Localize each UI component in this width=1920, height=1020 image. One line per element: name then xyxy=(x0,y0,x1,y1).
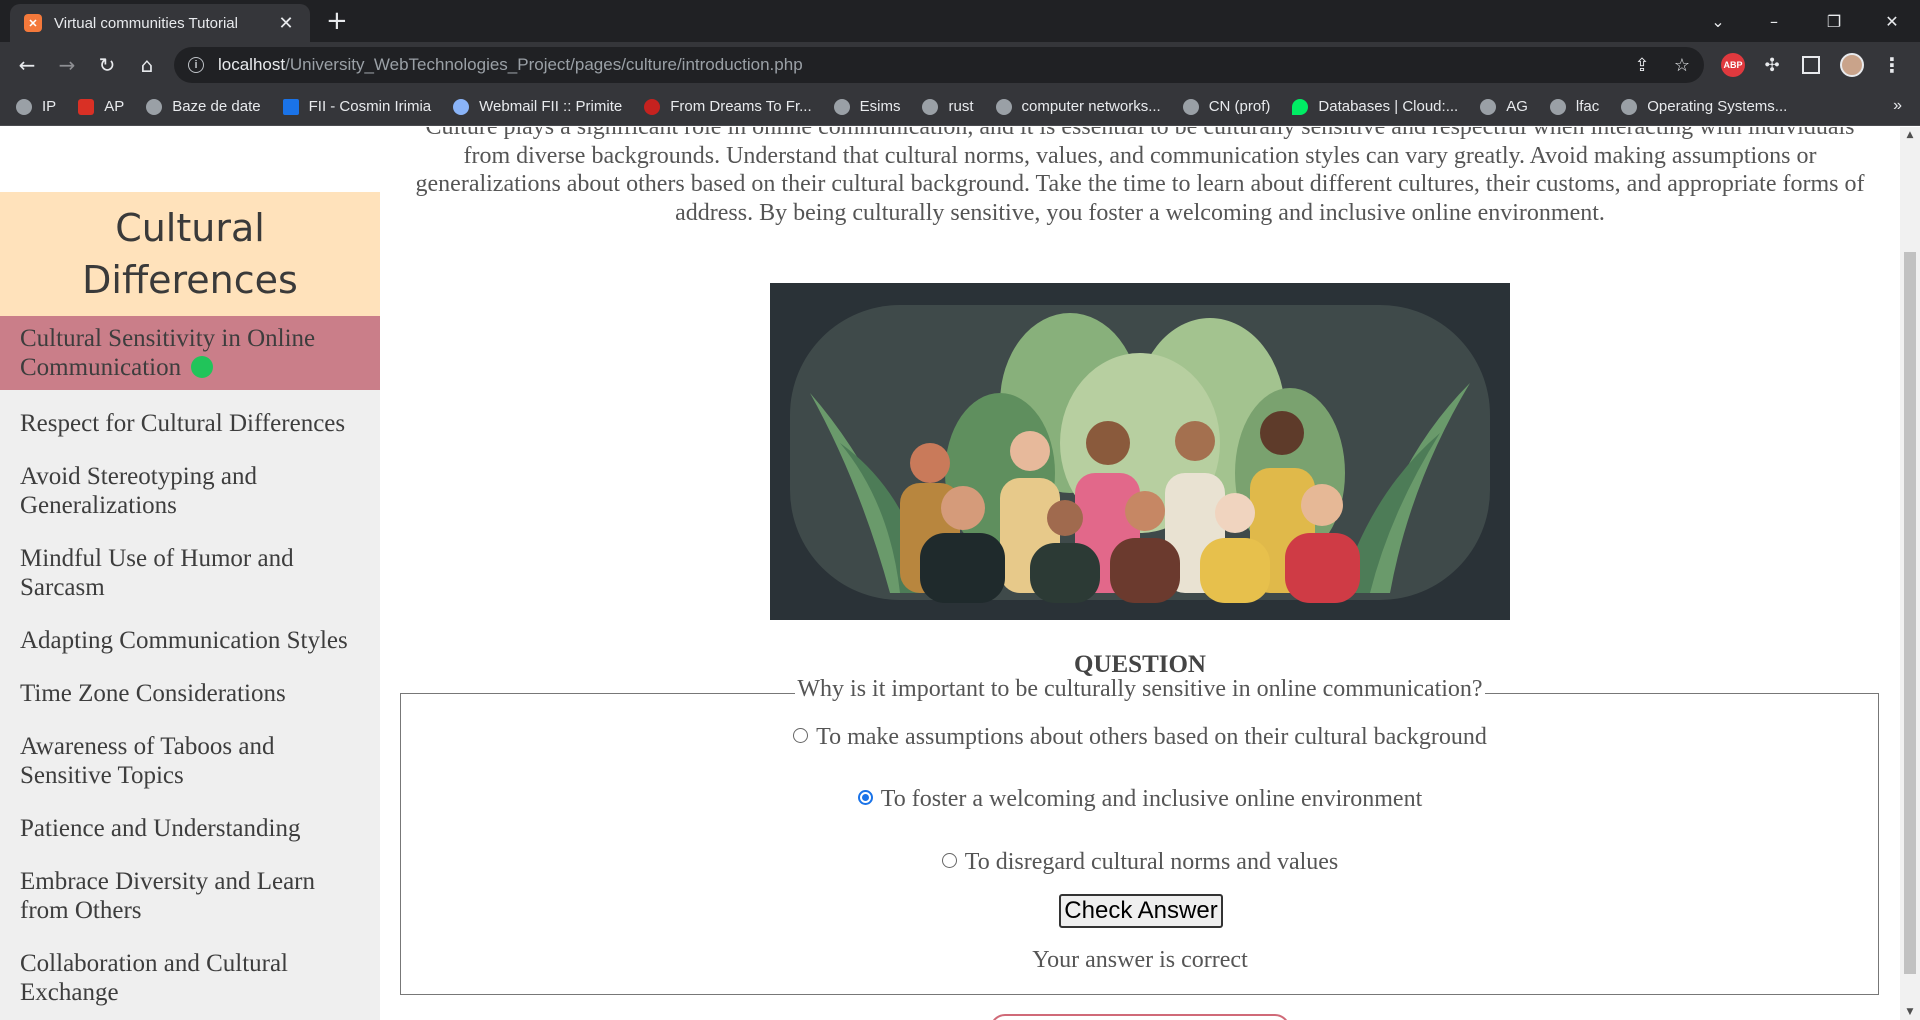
globe-icon xyxy=(922,98,939,115)
sidebar-item-respect[interactable]: Respect for Cultural Differences xyxy=(0,401,380,446)
sidebar-item-stereotyping[interactable]: Avoid Stereotyping and Generalizations xyxy=(0,454,380,528)
sidebar-item-taboos[interactable]: Awareness of Taboos and Sensitive Topics xyxy=(0,724,380,798)
sidebar: Cultural Differences Cultural Sensitivit… xyxy=(0,192,380,1020)
check-answer-button[interactable]: Check Answer xyxy=(1059,894,1223,928)
bookmark-item[interactable]: FII - Cosmin Irimia xyxy=(282,98,431,115)
address-bar[interactable]: i localhost/University_WebTechnologies_P… xyxy=(174,47,1704,83)
browser-toolbar: ← → ↻ ⌂ i localhost/University_WebTechno… xyxy=(0,42,1920,88)
bookmark-item[interactable]: Baze de date xyxy=(146,98,261,115)
answer-option-label: To disregard cultural norms and values xyxy=(964,849,1339,875)
answer-option-label: To make assumptions about others based o… xyxy=(816,724,1487,750)
answer-option-label: To foster a welcoming and inclusive onli… xyxy=(880,786,1423,812)
globe-icon xyxy=(146,98,163,115)
browser-tab[interactable]: ✕ Virtual communities Tutorial ✕ xyxy=(10,4,310,42)
intro-paragraph: Culture plays a significant role in onli… xyxy=(415,127,1865,226)
answer-option-3[interactable]: To disregard cultural norms and values xyxy=(400,849,1880,876)
webmail-icon xyxy=(453,98,470,115)
bookmark-item[interactable]: Esims xyxy=(833,98,900,115)
bookmark-item[interactable]: computer networks... xyxy=(995,98,1161,115)
tab-close-icon[interactable]: ✕ xyxy=(276,13,296,34)
tab-search-icon[interactable]: ⌄ xyxy=(1690,0,1746,42)
sidebar-item-humor[interactable]: Mindful Use of Humor and Sarcasm xyxy=(0,536,380,610)
window-close-icon[interactable]: ✕ xyxy=(1864,0,1920,42)
url-path: /University_WebTechnologies_Project/page… xyxy=(285,55,803,74)
scroll-down-icon[interactable]: ▼ xyxy=(1900,1004,1920,1020)
red-circle-icon xyxy=(644,98,661,115)
answer-option-2[interactable]: To foster a welcoming and inclusive onli… xyxy=(400,786,1880,813)
ap-icon xyxy=(78,98,95,115)
current-topic-dot-icon xyxy=(191,356,214,378)
sidebar-title: Cultural Differences xyxy=(0,192,380,316)
profile-avatar[interactable] xyxy=(1840,53,1864,77)
tab-title: Virtual communities Tutorial xyxy=(54,14,238,32)
new-tab-icon[interactable]: + xyxy=(326,8,348,34)
bookmark-item[interactable]: AP xyxy=(78,98,124,115)
answer-option-1[interactable]: To make assumptions about others based o… xyxy=(400,724,1880,751)
globe-icon xyxy=(1480,98,1497,115)
bookmark-item[interactable]: Databases | Cloud:... xyxy=(1292,98,1458,115)
sidebar-item-collaboration[interactable]: Collaboration and Cultural Exchange xyxy=(0,941,380,1015)
url-host: localhost xyxy=(218,55,286,74)
bookmark-item[interactable]: Webmail FII :: Primite xyxy=(453,98,622,115)
bookmark-item[interactable]: rust xyxy=(922,98,974,115)
bookmark-item[interactable]: IP xyxy=(16,98,56,115)
fii-icon xyxy=(282,98,299,115)
scroll-up-icon[interactable]: ▲ xyxy=(1900,127,1920,143)
page-viewport: Cultural Differences Cultural Sensitivit… xyxy=(0,127,1900,1020)
globe-icon xyxy=(833,98,850,115)
question-heading: QUESTION xyxy=(1074,651,1206,678)
browser-menu-icon[interactable]: ⋮ xyxy=(1880,53,1904,77)
sidebar-item-cultural-sensitivity[interactable]: Cultural Sensitivity in Online Communica… xyxy=(0,316,380,390)
minimize-icon[interactable]: – xyxy=(1746,0,1802,42)
globe-icon xyxy=(16,98,32,115)
forward-icon[interactable]: → xyxy=(52,50,82,80)
bookmark-item[interactable]: From Dreams To Fr... xyxy=(644,98,812,115)
bookmarks-overflow-icon[interactable]: » xyxy=(1893,97,1902,115)
globe-icon xyxy=(1182,98,1199,115)
diverse-people-illustration xyxy=(770,283,1510,620)
globe-icon xyxy=(1549,98,1566,115)
mongodb-leaf-icon xyxy=(1292,98,1309,115)
bookmark-item[interactable]: lfac xyxy=(1549,98,1599,115)
scroll-thumb[interactable] xyxy=(1904,252,1916,974)
sidebar-item-diversity[interactable]: Embrace Diversity and Learn from Others xyxy=(0,859,380,933)
restore-icon[interactable]: ❐ xyxy=(1806,0,1862,42)
radio-button[interactable] xyxy=(793,728,809,743)
answer-result: Your answer is correct xyxy=(1032,947,1248,973)
adblock-plus-icon[interactable]: ABP xyxy=(1721,53,1745,77)
reload-icon[interactable]: ↻ xyxy=(92,50,122,80)
bookmark-item[interactable]: Operating Systems... xyxy=(1621,98,1787,115)
radio-button[interactable] xyxy=(941,853,957,868)
bookmark-item[interactable]: AG xyxy=(1480,98,1528,115)
browser-tab-bar: ✕ Virtual communities Tutorial ✕ + ⌄ – ❐… xyxy=(0,0,1920,42)
xampp-favicon-icon: ✕ xyxy=(24,14,42,32)
share-icon[interactable]: ⇪ xyxy=(1624,47,1660,83)
sidebar-item-communication-styles[interactable]: Adapting Communication Styles xyxy=(0,618,380,663)
sidebar-item-patience[interactable]: Patience and Understanding xyxy=(0,806,380,851)
bookmarks-bar: IP AP Baze de date FII - Cosmin Irimia W… xyxy=(0,88,1920,126)
site-info-icon[interactable]: i xyxy=(188,57,204,73)
extensions-icon[interactable]: ✣ xyxy=(1760,53,1784,77)
globe-icon xyxy=(1621,98,1638,115)
next-button-partial[interactable] xyxy=(990,1014,1290,1020)
back-icon[interactable]: ← xyxy=(12,50,42,80)
bookmark-item[interactable]: CN (prof) xyxy=(1182,98,1270,115)
home-icon[interactable]: ⌂ xyxy=(132,50,162,80)
radio-button-selected[interactable] xyxy=(857,790,873,805)
side-panel-icon[interactable] xyxy=(1802,56,1820,74)
page-scrollbar[interactable]: ▲ ▼ xyxy=(1900,127,1920,1020)
bookmark-star-icon[interactable]: ☆ xyxy=(1664,47,1700,83)
sidebar-item-time-zones[interactable]: Time Zone Considerations xyxy=(0,671,380,716)
globe-icon xyxy=(995,98,1012,115)
